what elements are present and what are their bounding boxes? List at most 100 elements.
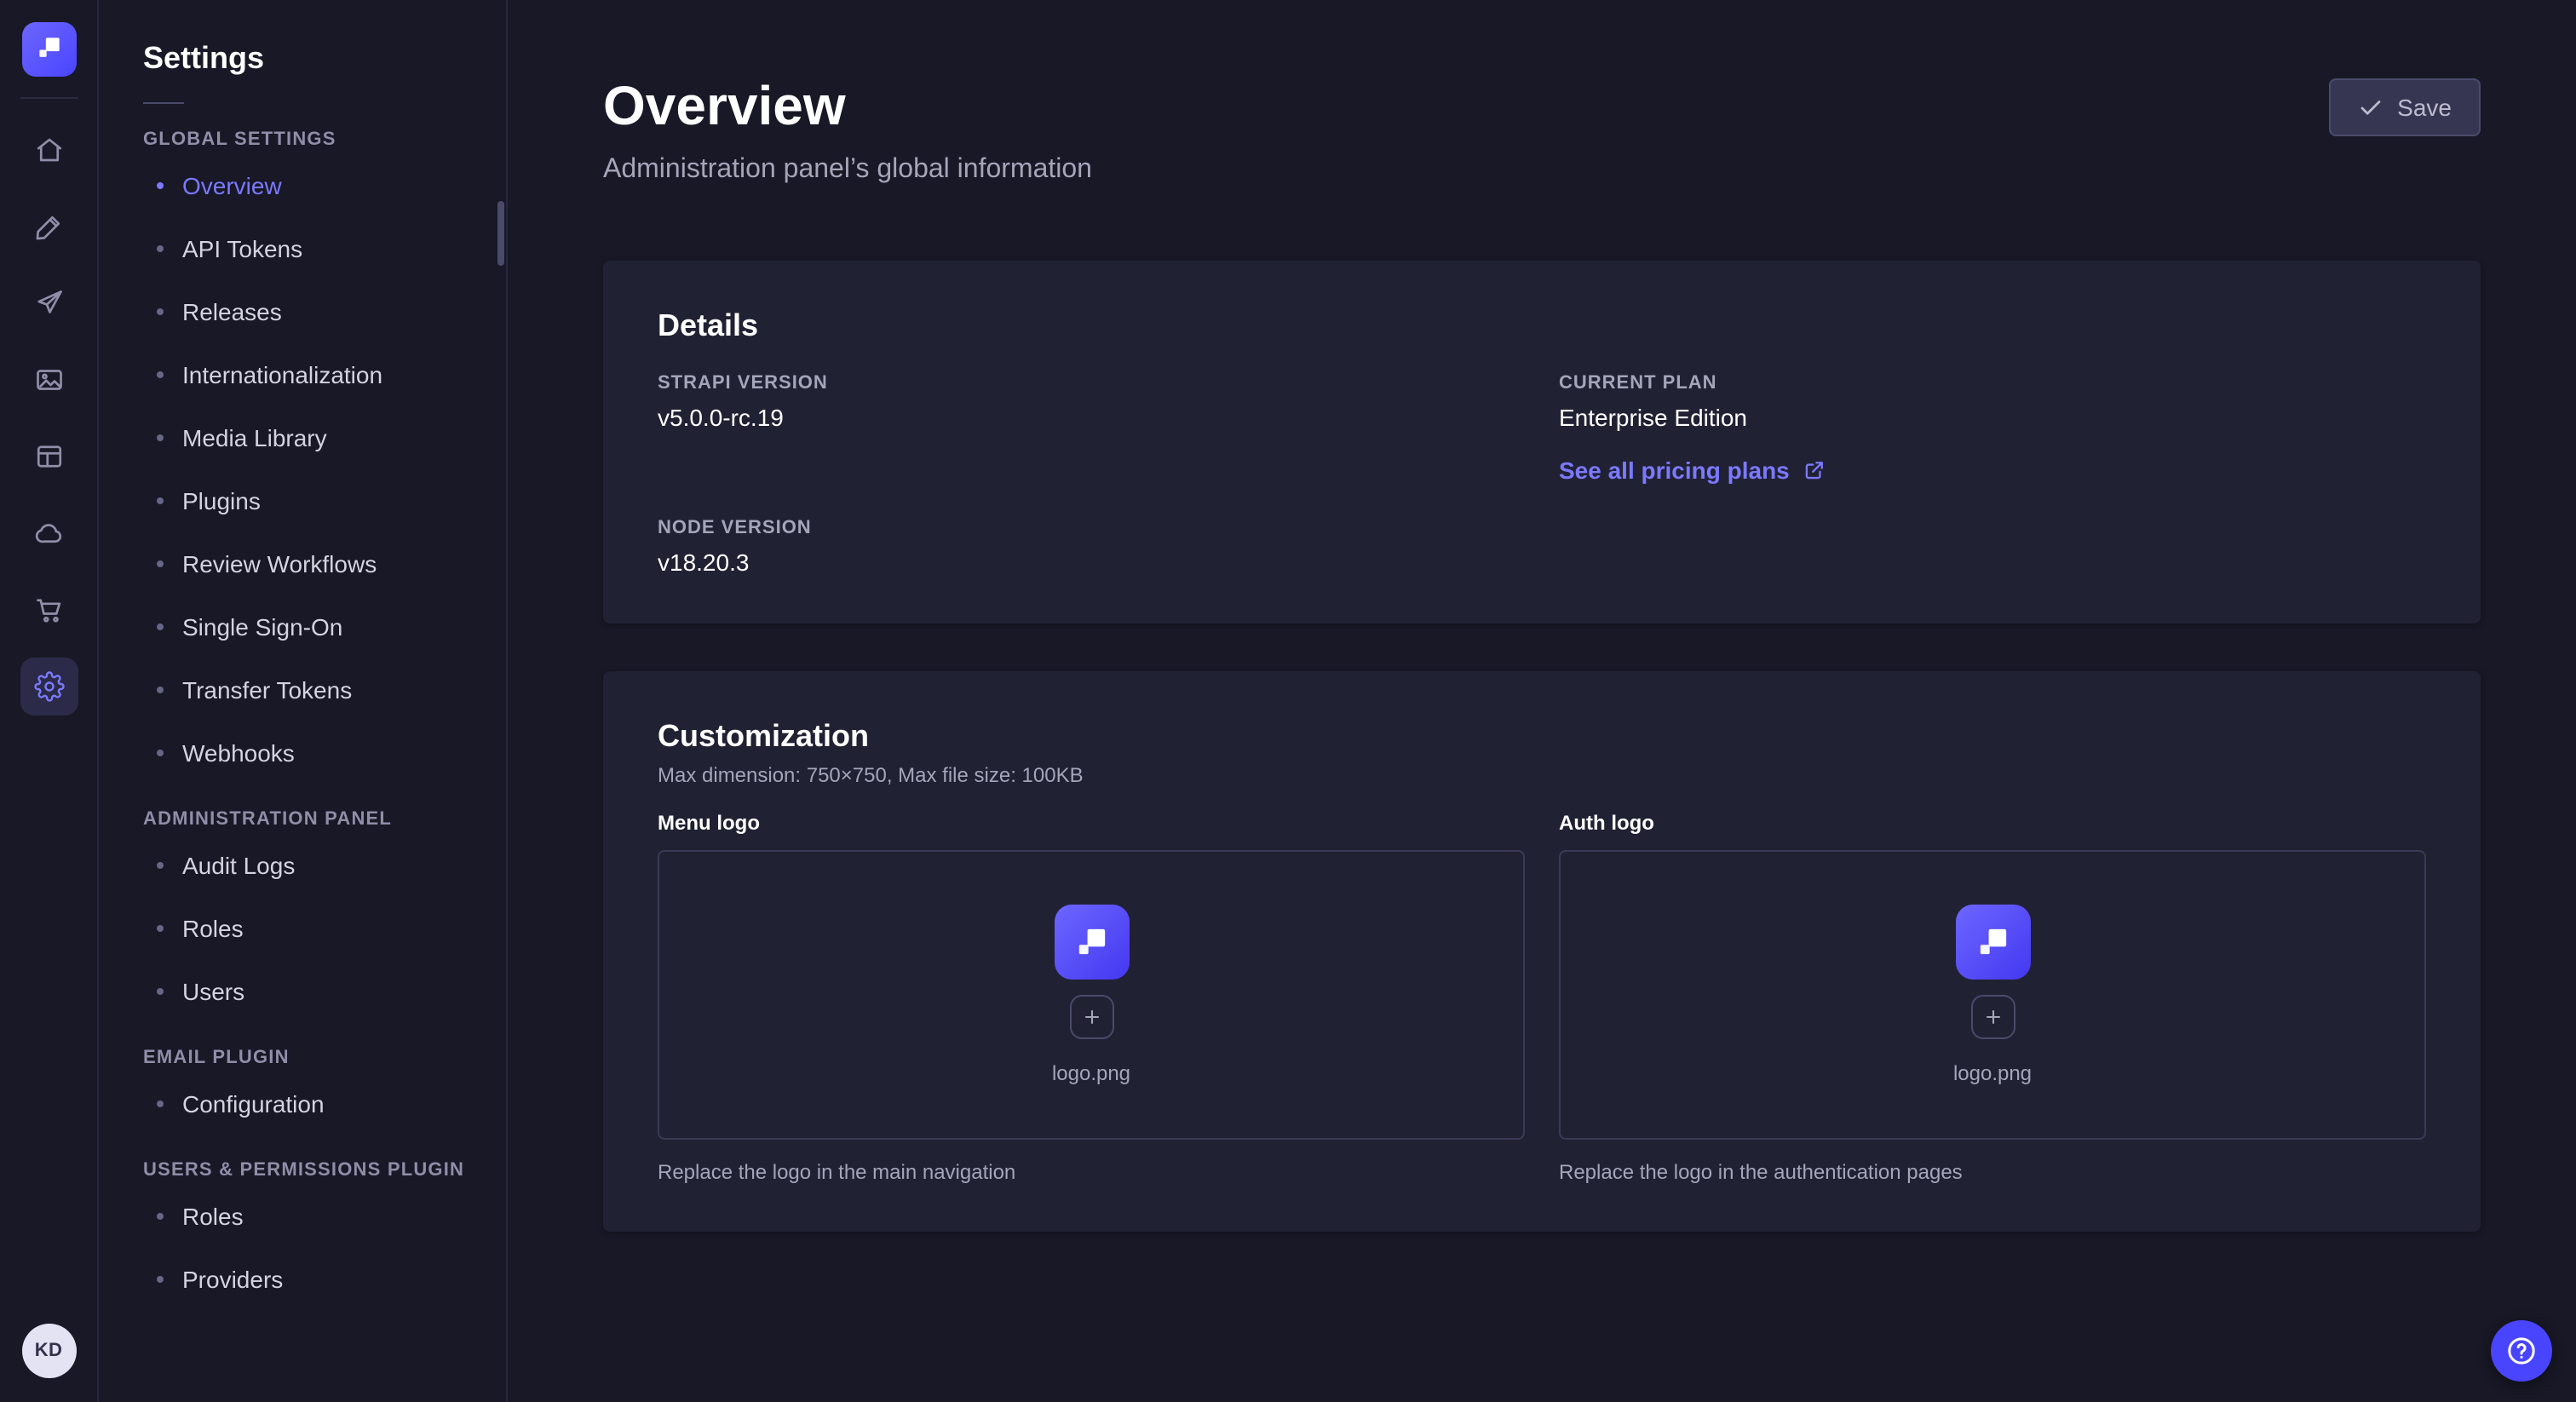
auth-logo-add-button[interactable] xyxy=(1970,995,2015,1039)
page-subtitle: Administration panel’s global informatio… xyxy=(603,155,1092,186)
external-link-icon xyxy=(1803,458,1827,482)
sidebar-item-plugins[interactable]: Plugins xyxy=(143,468,489,531)
auth-logo-dropzone[interactable]: logo.png xyxy=(1559,850,2426,1140)
sidebar-item-label: Roles xyxy=(182,914,244,941)
sidebar-item-label: Users xyxy=(182,977,244,1004)
sidebar-item-label: Webhooks xyxy=(182,738,295,766)
bullet-icon xyxy=(157,861,164,868)
sidebar-item-single-sign-on[interactable]: Single Sign-On xyxy=(143,595,489,658)
strapi-logo-icon xyxy=(1970,920,2015,964)
sidebar-item-label: Plugins xyxy=(182,486,261,514)
section-header-administration-panel: ADMINISTRATION PANEL xyxy=(143,809,489,830)
bullet-icon xyxy=(157,749,164,756)
menu-logo-dropzone[interactable]: logo.png xyxy=(658,850,1525,1140)
sidebar-item-label: Audit Logs xyxy=(182,851,295,878)
current-plan-label: CURRENT PLAN xyxy=(1559,373,2426,394)
sidebar-item-audit-logs[interactable]: Audit Logs xyxy=(143,833,489,896)
sidebar-item-releases[interactable]: Releases xyxy=(143,279,489,342)
sidebar-item-configuration[interactable]: Configuration xyxy=(143,1072,489,1135)
home-icon[interactable] xyxy=(20,121,78,179)
scrollbar-thumb[interactable] xyxy=(497,201,504,266)
bullet-icon xyxy=(157,623,164,629)
bullet-icon xyxy=(157,1275,164,1282)
sidebar-item-label: Transfer Tokens xyxy=(182,675,352,703)
bullet-icon xyxy=(157,434,164,440)
sidebar-item-overview[interactable]: Overview xyxy=(143,153,489,216)
sidebar-item-up-roles[interactable]: Roles xyxy=(143,1184,489,1247)
sidebar-item-label: Configuration xyxy=(182,1089,325,1117)
pen-icon[interactable] xyxy=(20,198,78,256)
menu-logo-filename: logo.png xyxy=(1052,1061,1130,1085)
sidebar-item-label: Providers xyxy=(182,1265,283,1292)
strapi-logo-icon xyxy=(1069,920,1113,964)
sidebar-item-webhooks[interactable]: Webhooks xyxy=(143,721,489,784)
strapi-logo[interactable] xyxy=(21,22,76,77)
pricing-plans-link-label: See all pricing plans xyxy=(1559,457,1790,484)
bullet-icon xyxy=(157,244,164,251)
bullet-icon xyxy=(157,307,164,314)
auth-logo-preview xyxy=(1955,905,2030,980)
gear-icon[interactable] xyxy=(20,658,78,715)
app-root: KD Settings GLOBAL SETTINGS Overview API… xyxy=(0,0,2576,1402)
bullet-icon xyxy=(157,1100,164,1106)
menu-logo-add-button[interactable] xyxy=(1069,995,1113,1039)
settings-nav: Settings GLOBAL SETTINGS Overview API To… xyxy=(99,0,508,1402)
details-grid: STRAPI VERSION v5.0.0-rc.19 CURRENT PLAN… xyxy=(658,373,2426,576)
section-header-users-permissions-plugin: USERS & PERMISSIONS PLUGIN xyxy=(143,1160,489,1181)
bullet-icon xyxy=(157,1212,164,1219)
node-version-label: NODE VERSION xyxy=(658,518,1525,538)
paper-plane-icon[interactable] xyxy=(20,274,78,332)
settings-nav-title: Settings xyxy=(143,41,489,77)
check-icon xyxy=(2358,95,2383,120)
sidebar-item-review-workflows[interactable]: Review Workflows xyxy=(143,531,489,595)
main-navigation: KD xyxy=(0,0,99,1402)
sidebar-item-transfer-tokens[interactable]: Transfer Tokens xyxy=(143,658,489,721)
sidebar-item-media-library[interactable]: Media Library xyxy=(143,405,489,468)
question-mark-icon xyxy=(2504,1334,2539,1368)
bullet-icon xyxy=(157,686,164,692)
main-content: Overview Administration panel’s global i… xyxy=(508,0,2576,1402)
bullet-icon xyxy=(157,371,164,377)
sidebar-item-api-tokens[interactable]: API Tokens xyxy=(143,216,489,279)
layout-icon[interactable] xyxy=(20,428,78,486)
strapi-logo-icon xyxy=(32,30,66,69)
sidebar-item-users[interactable]: Users xyxy=(143,959,489,1022)
save-button[interactable]: Save xyxy=(2329,78,2481,136)
avatar[interactable]: KD xyxy=(21,1324,76,1378)
plus-icon xyxy=(1079,1005,1103,1029)
sidebar-item-label: Internationalization xyxy=(182,360,382,388)
current-plan-value: Enterprise Edition xyxy=(1559,404,2426,431)
details-card-title: Details xyxy=(658,308,2426,344)
bullet-icon xyxy=(157,497,164,503)
menu-logo-field: Menu logo logo.png xyxy=(658,811,1525,1184)
cart-icon[interactable] xyxy=(20,581,78,639)
section-header-email-plugin: EMAIL PLUGIN xyxy=(143,1048,489,1068)
pricing-plans-link[interactable]: See all pricing plans xyxy=(1559,457,1827,484)
customization-card-title: Customization xyxy=(658,719,2426,755)
current-plan-field: CURRENT PLAN Enterprise Edition See all … xyxy=(1559,373,2426,487)
sidebar-item-label: Overview xyxy=(182,171,282,198)
customization-card-subtitle: Max dimension: 750×750, Max file size: 1… xyxy=(658,763,2426,787)
node-version-value: v18.20.3 xyxy=(658,549,1525,576)
sidebar-item-admin-roles[interactable]: Roles xyxy=(143,896,489,959)
nav-divider xyxy=(20,97,78,99)
plus-icon xyxy=(1981,1005,2004,1029)
save-button-label: Save xyxy=(2397,94,2452,121)
details-card: Details STRAPI VERSION v5.0.0-rc.19 CURR… xyxy=(603,261,2481,623)
sidebar-item-internationalization[interactable]: Internationalization xyxy=(143,342,489,405)
sidebar-item-label: Releases xyxy=(182,297,282,325)
sidebar-item-label: Review Workflows xyxy=(182,549,377,577)
menu-logo-hint: Replace the logo in the main navigation xyxy=(658,1160,1525,1184)
cloud-icon[interactable] xyxy=(20,504,78,562)
section-header-global-settings: GLOBAL SETTINGS xyxy=(143,129,489,150)
help-button[interactable] xyxy=(2491,1320,2552,1382)
page-title: Overview xyxy=(603,77,1092,136)
sidebar-item-providers[interactable]: Providers xyxy=(143,1247,489,1310)
page-header: Overview Administration panel’s global i… xyxy=(603,0,2481,186)
media-library-icon[interactable] xyxy=(20,351,78,409)
bullet-icon xyxy=(157,987,164,994)
nav-icon-list xyxy=(20,121,78,715)
logo-uploads: Menu logo logo.png xyxy=(658,811,2426,1184)
menu-logo-label: Menu logo xyxy=(658,811,1525,835)
title-divider xyxy=(143,102,184,104)
